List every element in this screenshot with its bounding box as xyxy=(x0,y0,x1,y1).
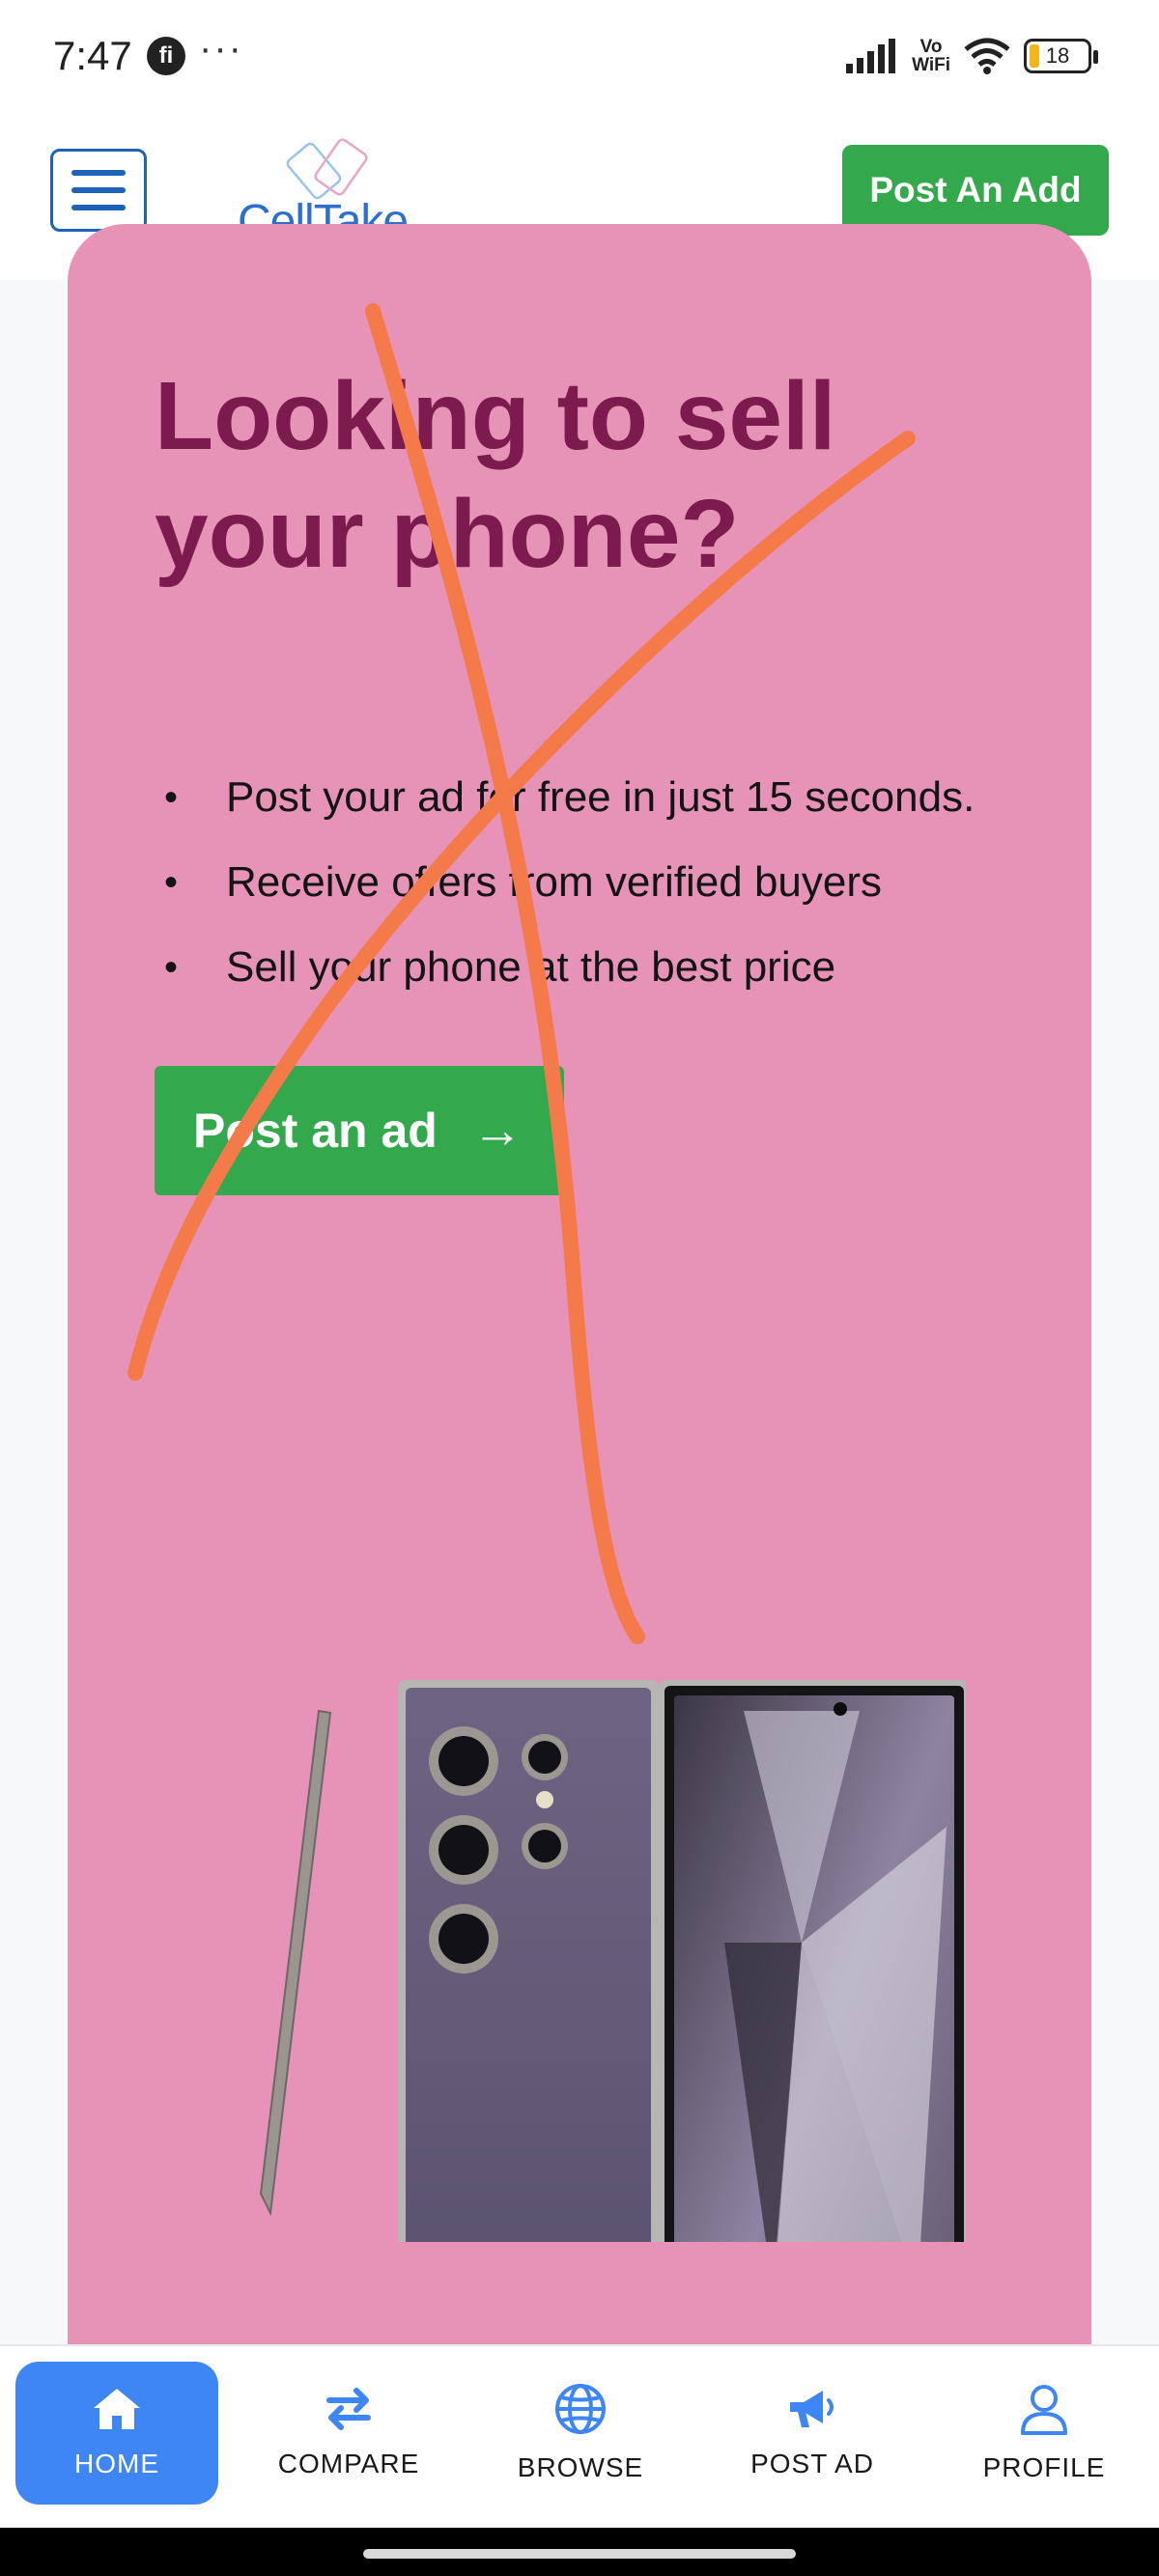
hero-title: Looking to sell your phone? xyxy=(155,362,836,588)
benefit-item: Post your ad for free in just 15 seconds… xyxy=(164,755,975,840)
post-an-ad-button[interactable]: Post an ad → xyxy=(155,1066,564,1195)
nav-compare-label: COMPARE xyxy=(277,2449,420,2478)
hamburger-menu-button[interactable] xyxy=(50,149,147,232)
nav-profile-label: PROFILE xyxy=(982,2452,1106,2482)
benefit-item: Sell your phone at the best price xyxy=(164,925,975,1010)
nav-post-ad[interactable]: POST AD xyxy=(711,2362,914,2505)
nav-home[interactable]: HOME xyxy=(15,2362,218,2505)
nav-browse-label: BROWSE xyxy=(517,2452,644,2482)
megaphone-icon xyxy=(790,2391,834,2427)
battery-icon: 18 xyxy=(1024,39,1098,73)
phone-back xyxy=(398,1680,659,2242)
status-indicators: Vo WiFi 18 xyxy=(846,35,1098,77)
more-notifications-icon: ··· xyxy=(199,27,243,70)
globe-icon xyxy=(555,2384,606,2434)
status-time: 7:47 xyxy=(53,33,132,78)
menu-line-icon xyxy=(71,187,126,193)
nav-browse[interactable]: BROWSE xyxy=(479,2362,682,2505)
sell-phone-hero: Looking to sell your phone? Post your ad… xyxy=(68,224,1091,2348)
vowifi-bottom: WiFi xyxy=(912,55,950,75)
user-icon xyxy=(1021,2385,1067,2435)
battery-percent: 18 xyxy=(1045,43,1070,68)
vowifi-top: Vo xyxy=(919,37,943,57)
nav-home-label: HOME xyxy=(74,2449,159,2478)
vowifi-icon: Vo WiFi xyxy=(912,38,950,74)
phones-outline-icon xyxy=(286,138,368,200)
menu-line-icon xyxy=(71,170,126,176)
phone-front xyxy=(659,1680,966,2242)
home-gesture-bar[interactable] xyxy=(363,2549,796,2559)
stylus xyxy=(259,1709,332,2217)
battery-nub xyxy=(1093,50,1098,64)
benefit-item: Receive offers from verified buyers xyxy=(164,840,975,925)
post-an-add-button[interactable]: Post An Add xyxy=(842,145,1109,236)
arrow-right-icon: → xyxy=(471,1103,523,1159)
app-screen: 7:47 fi ··· Vo WiFi 18 CellTake Post An … xyxy=(0,0,1159,2576)
nav-post-ad-label: POST AD xyxy=(750,2449,874,2478)
post-an-ad-label: Post an ad xyxy=(193,1104,438,1158)
menu-line-icon xyxy=(71,205,126,210)
wifi-icon xyxy=(964,38,1010,74)
nav-profile[interactable]: PROFILE xyxy=(943,2362,1145,2505)
phone-illustration xyxy=(259,1680,966,2242)
hero-benefits-list: Post your ad for free in just 15 seconds… xyxy=(164,755,975,1010)
system-gesture-area xyxy=(0,2528,1159,2576)
status-bar: 7:47 fi ··· Vo WiFi 18 xyxy=(0,0,1159,116)
signal-icon xyxy=(846,39,896,73)
notification-app-icon: fi xyxy=(147,37,185,75)
nav-compare[interactable]: COMPARE xyxy=(247,2362,450,2505)
bottom-navigation: HOME COMPARE BROWSE POST AD PROFILE xyxy=(0,2344,1159,2528)
compare-arrows-icon xyxy=(326,2388,371,2430)
home-icon xyxy=(94,2389,140,2429)
